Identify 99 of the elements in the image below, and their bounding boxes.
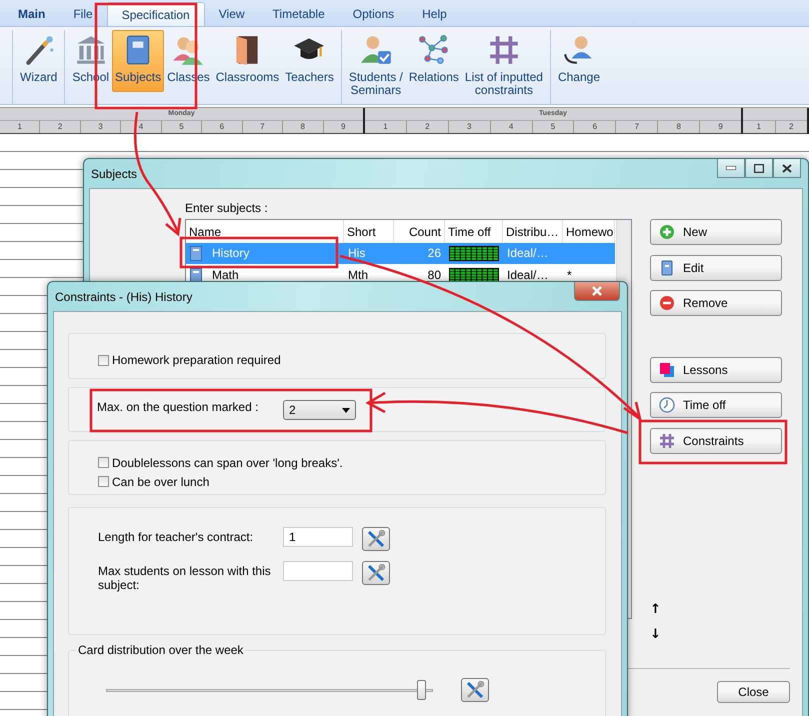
side-button[interactable]: Time off (650, 392, 782, 418)
period-header: 6 (574, 121, 616, 133)
table-cell-text: His (347, 246, 366, 260)
group-legend: Card distribution over the week (76, 643, 246, 657)
maximize-button[interactable] (745, 159, 773, 178)
dialog-title: Constraints - (His) History (55, 290, 192, 304)
input-field[interactable]: 1 (283, 527, 353, 547)
column-header[interactable]: Count (394, 220, 445, 243)
checkbox-label: Can be over lunch (112, 474, 210, 488)
network-icon (416, 33, 451, 67)
slider-thumb[interactable] (417, 680, 426, 700)
student-check-icon (358, 33, 393, 67)
close-icon (591, 286, 603, 296)
table-cell-text: Ideal/… (506, 246, 550, 260)
period-header: 1 (743, 121, 776, 133)
period-header: 8 (283, 121, 324, 133)
table-cell: Math (212, 268, 239, 282)
tools-icon (366, 564, 386, 582)
period-header: 4 (490, 121, 533, 133)
column-header[interactable]: Time off (445, 220, 503, 243)
ribbon-button[interactable]: Subjects (112, 30, 164, 92)
clock-icon (659, 397, 675, 413)
column-header[interactable]: Distribu… (503, 220, 563, 243)
tools-icon (366, 530, 386, 548)
book-icon (190, 246, 202, 260)
tools-button[interactable] (362, 527, 390, 551)
field-label: Max students on lesson with this subject: (98, 563, 272, 592)
value-dropdown[interactable]: 2 (283, 400, 356, 420)
period-header: 1 (0, 121, 40, 133)
side-button[interactable]: Lessons (650, 357, 782, 383)
table-cell-text: Mth (347, 268, 370, 282)
period-header: 7 (616, 121, 658, 133)
table-cell: History (212, 246, 250, 260)
ribbon-button[interactable]: Students / Seminars (346, 30, 406, 100)
tools-icon (465, 681, 485, 699)
menu-tab[interactable]: View (204, 2, 259, 26)
move-button[interactable]: ↑ (650, 603, 661, 617)
period-header: 3 (80, 121, 122, 133)
table-cell-text: 80 (426, 268, 442, 282)
list-label: Enter subjects : (185, 201, 269, 215)
column-header[interactable]: Short (344, 220, 394, 243)
book-icon (659, 260, 675, 276)
cards-icon (659, 362, 675, 378)
menu-tab[interactable]: Timetable (258, 2, 339, 26)
period-header: 7 (242, 121, 284, 133)
side-button[interactable]: New (650, 219, 782, 245)
window-title: Subjects (91, 166, 138, 180)
menu-tab[interactable]: File (59, 2, 107, 26)
column-header[interactable]: Homewo (563, 220, 615, 243)
table-cell-text: * (566, 268, 573, 282)
close-button[interactable] (574, 282, 620, 301)
tools-button[interactable] (461, 678, 489, 702)
ribbon-button[interactable]: Relations (406, 30, 462, 92)
side-button[interactable]: Edit (650, 255, 782, 281)
time-off-chart (449, 244, 499, 262)
minimize-button[interactable] (717, 159, 745, 178)
period-header: 1 (365, 121, 407, 133)
period-header: 4 (121, 121, 162, 133)
plus-icon (659, 224, 675, 240)
ribbon-button[interactable]: List of inputted constraints (462, 30, 546, 100)
field-label: Length for teacher's contract: (98, 529, 254, 544)
period-header: 6 (202, 121, 243, 133)
period-header: 8 (658, 121, 700, 133)
close-icon (782, 164, 792, 172)
side-button[interactable]: Remove (650, 290, 782, 316)
close-button[interactable] (773, 159, 801, 178)
field-label: Max. on the question marked : (97, 400, 260, 416)
menu-tab[interactable]: Help (408, 2, 461, 26)
period-header: 5 (162, 121, 202, 133)
table-cell-text: 26 (426, 246, 442, 260)
period-header: 9 (340, 121, 346, 133)
period-header: 2 (406, 121, 449, 133)
move-button[interactable]: ↓ (650, 628, 661, 642)
menu-tab[interactable]: Main (4, 2, 60, 26)
period-header: 2 (40, 121, 81, 133)
period-header: 5 (532, 121, 574, 133)
period-header: 9 (717, 121, 724, 133)
menu-tab[interactable]: Options (338, 2, 408, 26)
checkbox-label: Homework preparation required (112, 353, 281, 367)
checkbox[interactable] (98, 354, 109, 366)
tools-button[interactable] (362, 561, 390, 585)
ribbon-button[interactable]: Wizard (17, 30, 60, 92)
caret-icon (342, 408, 350, 412)
minimize-icon (726, 166, 736, 170)
checkbox[interactable] (98, 457, 109, 468)
period-header: 2 (788, 121, 794, 133)
period-header: 3 (448, 121, 491, 133)
ribbon-button[interactable]: Classrooms (212, 30, 282, 92)
close-button[interactable]: Close (717, 681, 790, 703)
ribbon-button[interactable]: Change (554, 30, 604, 92)
checkbox-label: Doublelessons can span over 'long breaks'. (112, 456, 343, 470)
ribbon-button[interactable]: Teachers (282, 30, 337, 92)
grid-hash-icon (659, 433, 675, 449)
maximize-icon (754, 164, 764, 172)
minus-icon (659, 295, 675, 311)
side-button[interactable]: Constraints (650, 428, 782, 454)
table-cell-text: Ideal/… (506, 268, 550, 282)
checkbox[interactable] (98, 476, 109, 487)
input-field[interactable] (283, 561, 353, 581)
